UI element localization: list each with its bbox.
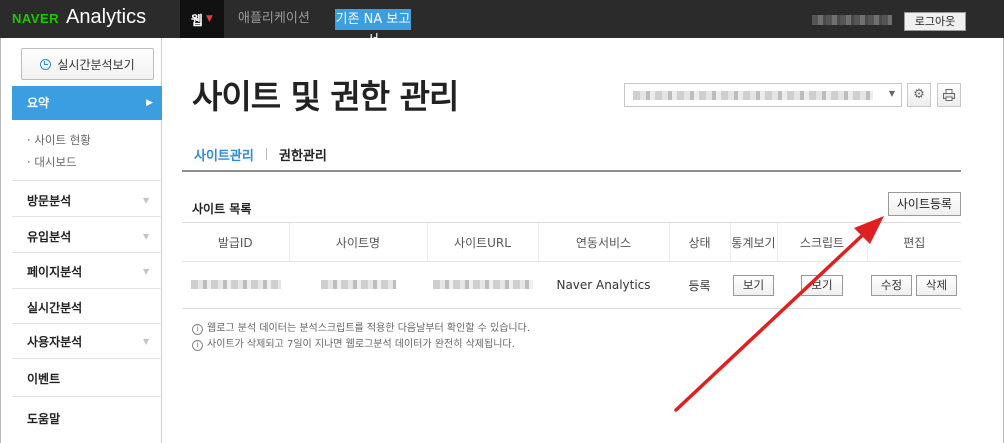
- sidebar-item-event[interactable]: 이벤트: [27, 370, 60, 387]
- selected-site-redacted: [633, 91, 873, 100]
- column-header-script: 스크립트: [776, 222, 867, 262]
- nav-web-menu[interactable]: 웹 ▼: [180, 0, 224, 38]
- chevron-down-icon: ▼: [143, 196, 150, 205]
- sidebar: 실시간분석보기 요약 ▶ · 사이트 현황 · 대시보드 방문분석 ▼ 유입분석…: [1, 38, 162, 443]
- column-header-issued-id: 발급ID: [182, 222, 289, 262]
- cell-service: Naver Analytics: [538, 261, 669, 309]
- info-note-text: 웹로그 분석 데이터는 분석스크립트를 적용한 다음날부터 확인할 수 있습니다…: [207, 323, 531, 334]
- sidebar-item-summary[interactable]: 요약 ▶: [12, 86, 162, 120]
- cell-script: 보기: [777, 261, 867, 309]
- logout-button[interactable]: 로그아웃: [904, 12, 966, 31]
- settings-button[interactable]: ⚙: [907, 83, 931, 107]
- divider: [12, 252, 162, 253]
- print-button[interactable]: [937, 83, 961, 107]
- chevron-down-icon: ▼: [206, 14, 213, 24]
- column-header-service: 연동서비스: [537, 222, 669, 262]
- gear-icon: ⚙: [913, 87, 925, 102]
- printer-icon: [943, 89, 955, 101]
- info-icon: i: [192, 339, 203, 351]
- chevron-down-icon: ▼: [143, 267, 150, 276]
- sidebar-item-inflow-analysis[interactable]: 유입분석: [27, 228, 71, 245]
- app-name: Analytics: [66, 6, 147, 28]
- table-row: Naver Analytics 등록 보기 보기 수정 삭제: [182, 261, 961, 309]
- nav-application[interactable]: 애플리케이션: [230, 0, 318, 38]
- column-header-stats: 통계보기: [729, 222, 777, 262]
- chevron-down-icon: ▼: [888, 89, 895, 98]
- site-table: 발급ID 사이트명 사이트URL 연동서비스 상태 통계보기 스크립트 편집 N…: [182, 222, 961, 309]
- column-header-edit: 편집: [866, 222, 961, 262]
- divider: [12, 216, 162, 217]
- sidebar-subitem-site-status[interactable]: · 사이트 현황: [27, 132, 91, 148]
- issued-id-redacted: [190, 280, 281, 289]
- user-name-redacted: [812, 15, 892, 25]
- cell-site-url: [427, 261, 538, 309]
- divider: [12, 396, 162, 397]
- chevron-down-icon: ▼: [143, 232, 150, 241]
- site-select-dropdown[interactable]: ▼: [624, 83, 902, 107]
- view-script-button[interactable]: 보기: [801, 274, 843, 296]
- divider: [12, 323, 162, 324]
- chevron-down-icon: ▼: [143, 337, 150, 346]
- edit-button[interactable]: 수정: [870, 274, 913, 296]
- cell-stats: 보기: [730, 261, 777, 309]
- info-note: i 사이트가 삭제되고 7일이 지나면 웹로그분석 데이터가 완전히 삭제됩니다…: [192, 337, 530, 353]
- cell-edit: 수정 삭제: [867, 261, 961, 309]
- divider: [12, 358, 162, 359]
- column-header-status: 상태: [668, 222, 730, 262]
- divider: [12, 288, 162, 289]
- site-name-redacted: [320, 280, 396, 289]
- sidebar-item-label: 요약: [27, 96, 50, 110]
- info-note: i 웹로그 분석 데이터는 분석스크립트를 적용한 다음날부터 확인할 수 있습…: [192, 321, 530, 337]
- clock-icon: [40, 58, 52, 70]
- sidebar-item-page-analysis[interactable]: 페이지분석: [27, 263, 82, 280]
- column-header-site-name: 사이트명: [288, 222, 427, 262]
- sidebar-item-realtime-analysis[interactable]: 실시간분석: [27, 299, 82, 316]
- sidebar-subitem-label: 대시보드: [34, 155, 77, 169]
- cell-status: 등록: [669, 261, 730, 309]
- view-stats-button[interactable]: 보기: [732, 274, 775, 296]
- sidebar-item-user-analysis[interactable]: 사용자분석: [27, 333, 82, 350]
- cell-issued-id: [182, 261, 289, 309]
- divider: [12, 180, 162, 181]
- page-title: 사이트 및 권한 관리: [192, 77, 459, 116]
- sidebar-item-visit-analysis[interactable]: 방문분석: [27, 192, 71, 209]
- tab-permission-management[interactable]: 권한관리: [279, 145, 327, 164]
- realtime-button-label: 실시간분석보기: [57, 57, 135, 72]
- naver-wordmark: NAVER: [12, 11, 60, 26]
- info-notes: i 웹로그 분석 데이터는 분석스크립트를 적용한 다음날부터 확인할 수 있습…: [192, 321, 530, 353]
- divider: [266, 148, 267, 160]
- column-header-site-url: 사이트URL: [426, 222, 538, 262]
- delete-button[interactable]: 삭제: [915, 274, 958, 296]
- sidebar-subitem-dashboard[interactable]: · 대시보드: [27, 154, 77, 170]
- section-title: 사이트 목록: [192, 202, 252, 216]
- sidebar-subitem-label: 사이트 현황: [34, 133, 91, 147]
- top-bar: NAVER Analytics 웹 ▼ 애플리케이션 기존 NA 보고서 로그아…: [0, 0, 1004, 48]
- info-icon: i: [192, 323, 203, 335]
- realtime-analysis-button[interactable]: 실시간분석보기: [21, 48, 154, 80]
- sidebar-item-help[interactable]: 도움말: [27, 410, 60, 427]
- site-url-redacted: [432, 280, 533, 289]
- chevron-right-icon: ▶: [146, 98, 153, 108]
- nav-web-label: 웹: [191, 13, 204, 29]
- info-note-text: 사이트가 삭제되고 7일이 지나면 웹로그분석 데이터가 완전히 삭제됩니다.: [207, 339, 515, 350]
- cell-site-name: [289, 261, 427, 309]
- table-header-row: 발급ID 사이트명 사이트URL 연동서비스 상태 통계보기 스크립트 편집: [182, 222, 961, 262]
- register-site-button[interactable]: 사이트등록: [888, 192, 961, 216]
- legacy-report-button[interactable]: 기존 NA 보고서: [335, 9, 411, 48]
- brand-logo[interactable]: NAVER Analytics: [12, 6, 146, 32]
- tab-underline: [182, 170, 961, 172]
- tab-site-management[interactable]: 사이트관리: [194, 145, 254, 164]
